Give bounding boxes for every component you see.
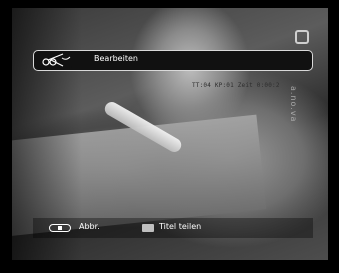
abort-key-icon[interactable] bbox=[49, 224, 71, 232]
brand-watermark: a.no.va bbox=[289, 86, 298, 123]
edit-menu-label: Bearbeiten bbox=[94, 54, 138, 63]
split-title-key-icon[interactable] bbox=[142, 224, 154, 232]
split-title-label: Titel teilen bbox=[159, 222, 202, 231]
bottom-key-bar: Abbr. Titel teilen bbox=[33, 218, 313, 238]
device-logo-icon bbox=[295, 30, 309, 44]
title-chapter-time: TT:04 KP:01 Zeit 0:00:2 bbox=[192, 82, 280, 89]
edit-menu-item[interactable]: Bearbeiten bbox=[33, 50, 313, 71]
osd-screen: Bearbeiten TT:04 KP:01 Zeit 0:00:2 a.no.… bbox=[0, 0, 339, 273]
abort-label: Abbr. bbox=[79, 222, 100, 231]
scissors-edit-icon bbox=[38, 52, 72, 69]
